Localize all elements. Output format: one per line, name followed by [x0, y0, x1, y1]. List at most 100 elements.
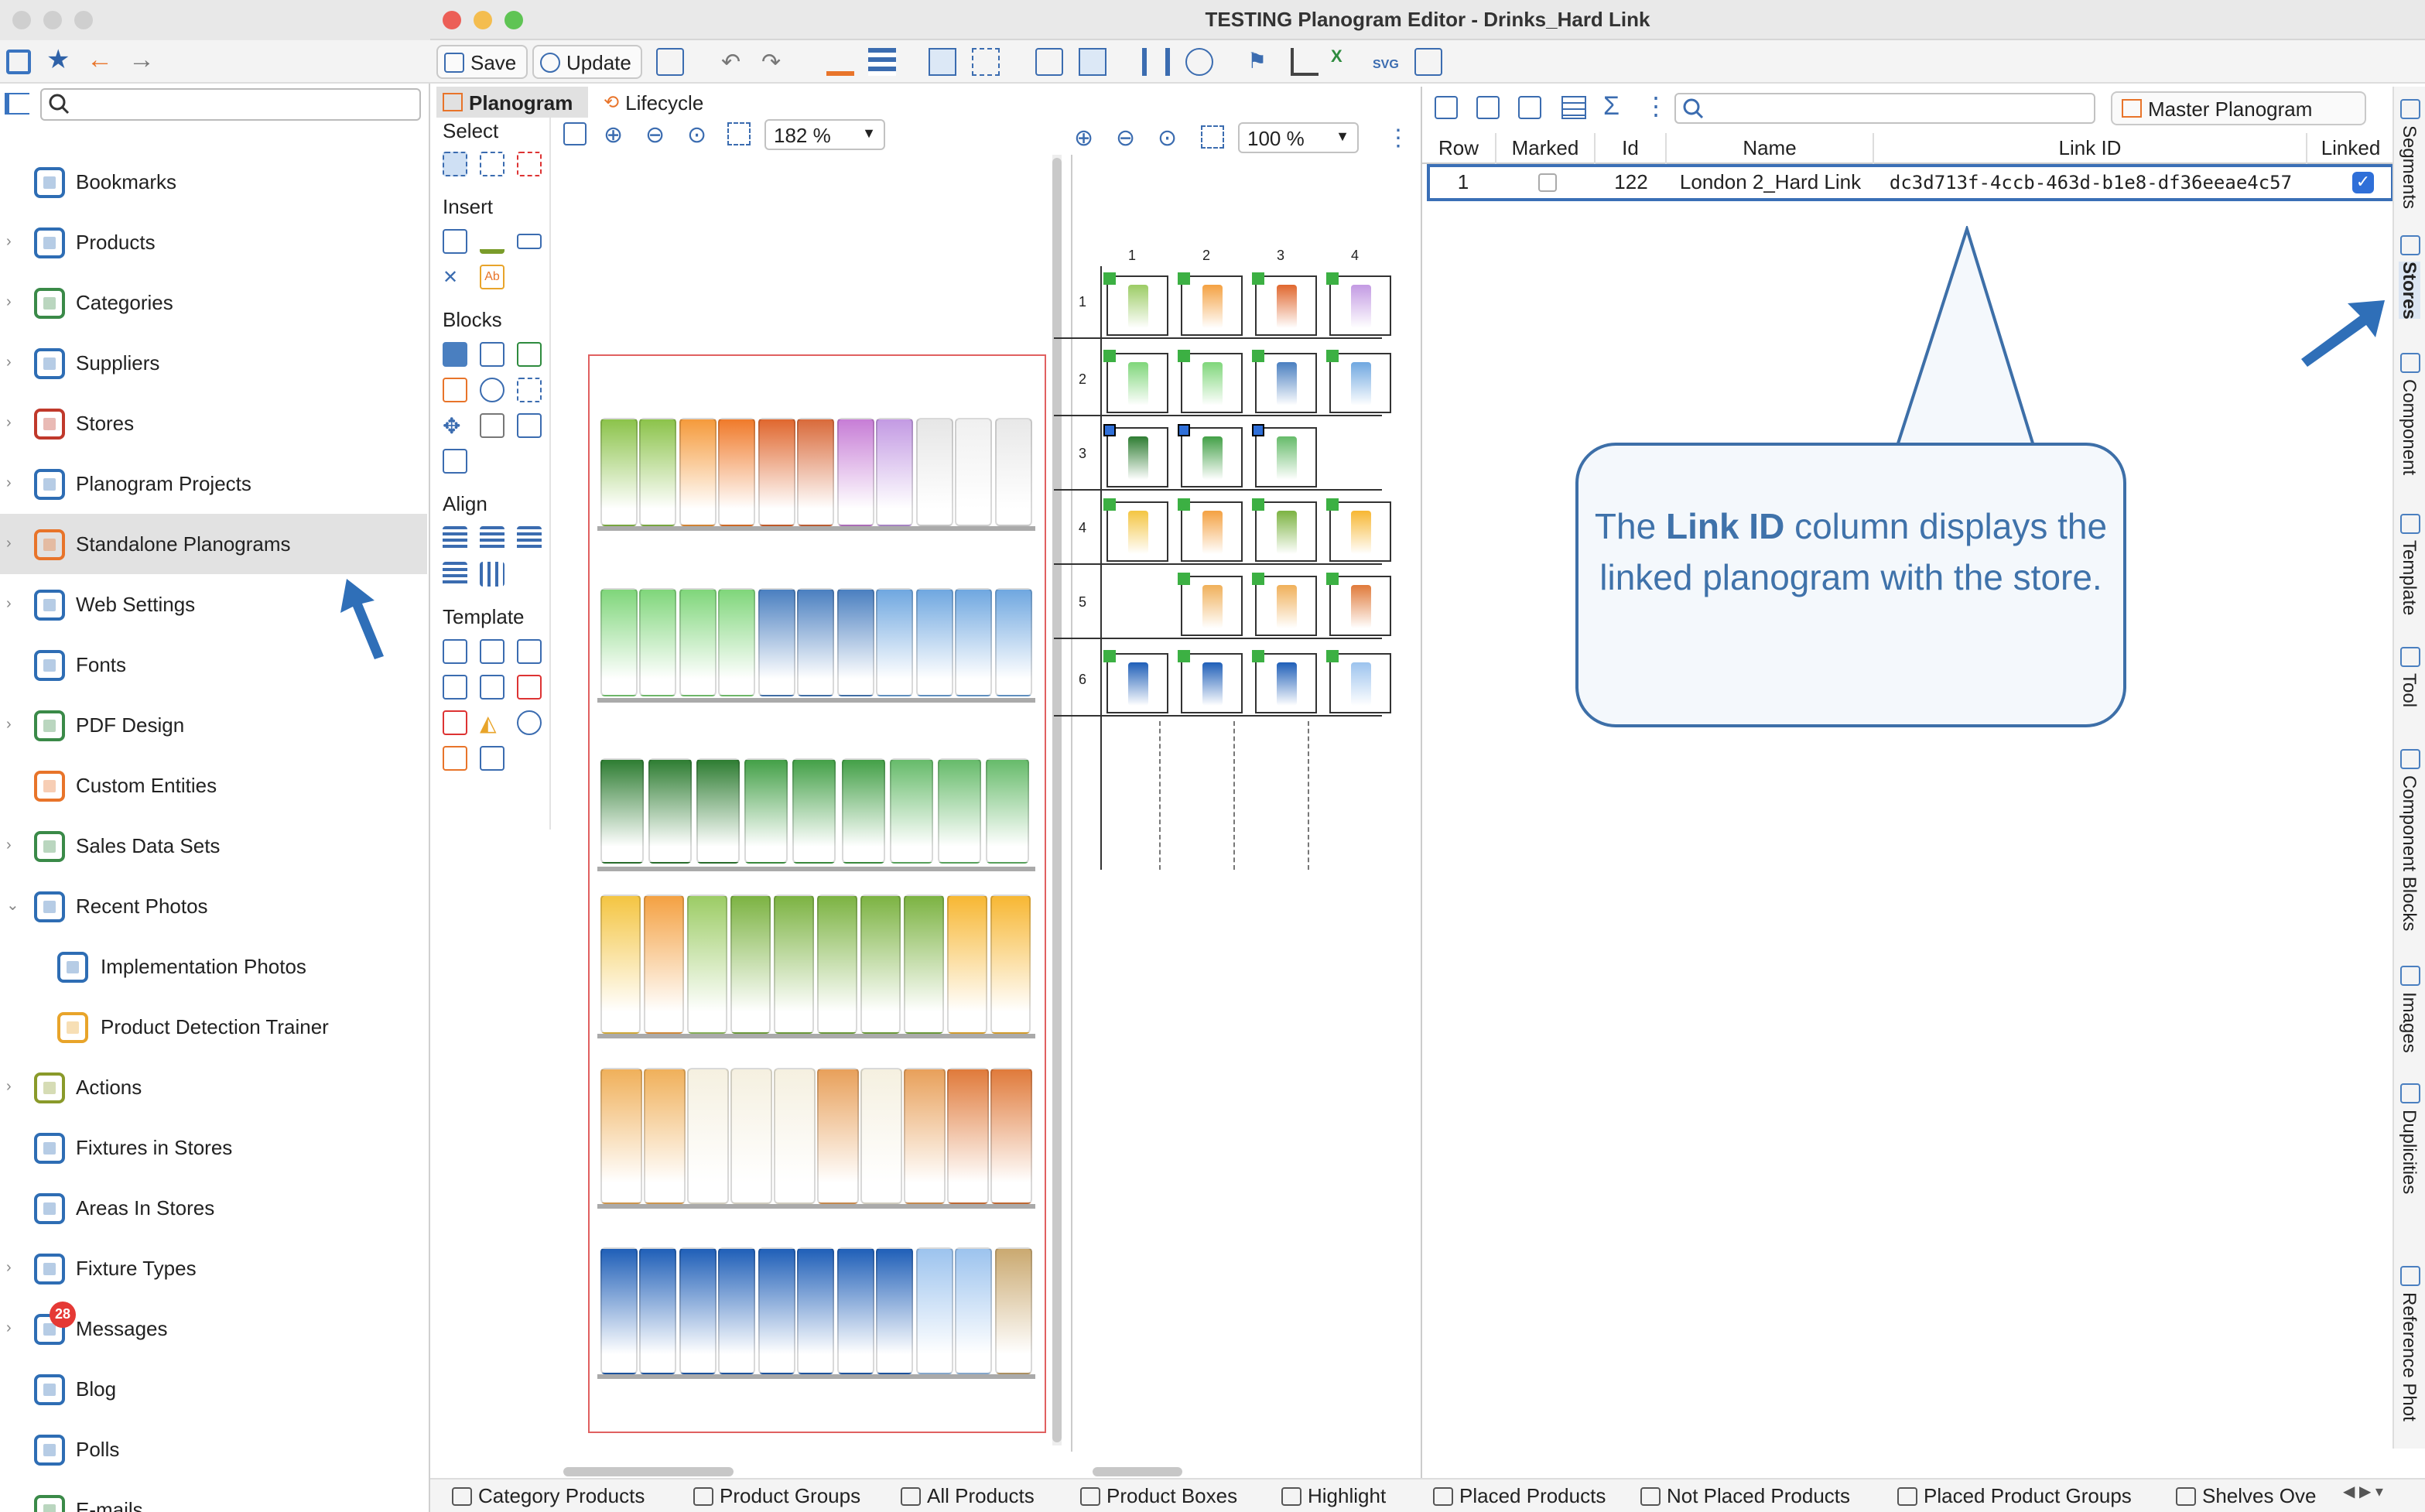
image-export-icon[interactable] [1414, 48, 1442, 76]
linked-checkbox[interactable]: ✓ [2352, 172, 2374, 193]
column-header-linked[interactable]: Linked [2307, 133, 2394, 164]
grid-cell[interactable] [1178, 424, 1243, 487]
shelf-product[interactable] [955, 588, 993, 696]
shelf-product[interactable] [648, 758, 693, 864]
back-arrow-icon[interactable]: ← [87, 45, 113, 76]
sidebar-item-standalone-planograms[interactable]: › Standalone Planograms [0, 514, 427, 574]
save-button[interactable]: Save [436, 45, 528, 79]
shelf-product[interactable] [600, 588, 638, 696]
sidebar-item-planogram-projects[interactable]: › Planogram Projects [0, 453, 427, 514]
shelf-product[interactable] [687, 895, 727, 1034]
template-3-icon[interactable] [517, 639, 542, 664]
excel-export-icon[interactable]: X [1331, 48, 1359, 76]
side-tab-component[interactable]: Component [2399, 379, 2420, 475]
shelf-product[interactable] [990, 895, 1031, 1034]
shelf-product[interactable] [876, 588, 914, 696]
chevron-icon[interactable]: › [6, 294, 12, 311]
grid-cell[interactable] [1178, 573, 1243, 636]
sidebar-item-pdf-design[interactable]: › PDF Design [0, 695, 427, 755]
shelf-product[interactable] [774, 895, 814, 1034]
shelf-product[interactable] [889, 758, 933, 864]
zoom-selection-icon[interactable] [1201, 125, 1224, 149]
grid-view-icon[interactable] [972, 48, 1000, 76]
forward-arrow-icon[interactable]: → [128, 45, 155, 76]
template-4-icon[interactable] [443, 675, 467, 700]
multi-select-icon[interactable] [480, 152, 504, 176]
sidebar-item-recent-photos[interactable]: ⌄ Recent Photos [0, 876, 427, 936]
sidebar-item-fixture-types[interactable]: › Fixture Types [0, 1238, 427, 1298]
shelf-product[interactable] [679, 418, 717, 526]
insert-product-icon[interactable] [443, 229, 467, 254]
grid-cell[interactable] [1103, 650, 1168, 713]
shelf-product[interactable] [718, 1247, 756, 1374]
shelf-product[interactable] [639, 1247, 677, 1374]
shelf-product[interactable] [744, 758, 788, 864]
shelf-product[interactable] [679, 588, 717, 696]
side-tab-duplicities[interactable]: Duplicities [2399, 1110, 2420, 1194]
tab-lifecycle[interactable]: ⟲ Lifecycle [597, 87, 727, 118]
block-3d-icon[interactable] [517, 342, 542, 367]
insert-shelf-icon[interactable] [517, 234, 542, 249]
bottom-tab-placed-product-groups[interactable]: Placed Product Groups [1897, 1484, 2132, 1507]
insert-shape-icon[interactable] [480, 229, 504, 254]
shelf-product[interactable] [955, 418, 993, 526]
fixture-grid-icon[interactable] [1079, 48, 1106, 76]
bottom-tab-not-placed-products[interactable]: Not Placed Products [1640, 1484, 1850, 1507]
shelf-product[interactable] [797, 1247, 835, 1374]
shelf-product[interactable] [730, 895, 771, 1034]
side-tab-reference-phot[interactable]: Reference Phot [2399, 1292, 2420, 1421]
side-tab-images[interactable]: Images [2399, 992, 2420, 1053]
shelf-zoom-select[interactable]: 182 % ▼ [764, 119, 885, 150]
shelf-product[interactable] [876, 418, 914, 526]
shelf-product[interactable] [774, 1068, 816, 1204]
more-options-icon[interactable]: ⋮ [1643, 91, 1668, 122]
shelf-product[interactable] [797, 418, 835, 526]
align-justify-icon[interactable] [443, 562, 467, 587]
side-tab-segments[interactable]: Segments [2399, 125, 2420, 209]
column-header-marked[interactable]: Marked [1496, 133, 1596, 164]
side-tab-template[interactable]: Template [2399, 540, 2420, 615]
grid-cell[interactable] [1326, 350, 1391, 413]
align-center-icon[interactable] [480, 526, 504, 551]
shelf-product[interactable] [817, 1068, 859, 1204]
bottom-tab-category-products[interactable]: Category Products [452, 1484, 645, 1507]
bottom-tab-product-groups[interactable]: Product Groups [693, 1484, 860, 1507]
shelf-product[interactable] [679, 1247, 717, 1374]
shelf-product[interactable] [937, 758, 981, 864]
shelf-product[interactable] [947, 895, 987, 1034]
close-window-button[interactable] [443, 11, 461, 29]
bottom-tab-placed-products[interactable]: Placed Products [1433, 1484, 1606, 1507]
shelf-product[interactable] [836, 418, 874, 526]
undo-icon[interactable]: ↶ [721, 48, 749, 76]
grid-cell[interactable] [1103, 272, 1168, 336]
marked-checkbox[interactable] [1538, 173, 1557, 192]
sidebar-item-implementation-photos[interactable]: Implementation Photos [0, 936, 427, 997]
zoom-fit-icon[interactable]: ⊙ [1158, 124, 1177, 152]
sidebar-item-polls[interactable]: Polls [0, 1419, 427, 1480]
grid-zoom-select[interactable]: 100 % ▼ [1238, 122, 1359, 153]
shelf-product[interactable] [915, 1247, 953, 1374]
chevron-icon[interactable]: › [6, 837, 12, 854]
columns-icon[interactable] [1142, 48, 1170, 76]
fit-page-icon[interactable] [563, 122, 587, 145]
sidebar-item-categories[interactable]: › Categories [0, 272, 427, 333]
shelf-product[interactable] [797, 588, 835, 696]
sidebar-item-stores[interactable]: › Stores [0, 393, 427, 453]
chevron-icon[interactable]: › [6, 415, 12, 432]
sidebar-item-suppliers[interactable]: › Suppliers [0, 333, 427, 393]
chevron-icon[interactable]: › [6, 1260, 12, 1277]
distribute-icon[interactable] [480, 562, 504, 587]
sidebar-item-custom-entities[interactable]: Custom Entities [0, 755, 427, 816]
table-search-input[interactable] [1674, 93, 2095, 124]
bottom-tab-product-boxes[interactable]: Product Boxes [1080, 1484, 1237, 1507]
minimize-window-button[interactable] [43, 11, 62, 29]
chevron-icon[interactable]: › [6, 234, 12, 251]
zoom-out-icon[interactable]: ⊖ [1116, 124, 1135, 152]
shelf-product[interactable] [904, 895, 944, 1034]
grid-cell[interactable] [1252, 350, 1317, 413]
shelf-product[interactable] [836, 1247, 874, 1374]
insert-label-icon[interactable]: Ab [480, 265, 504, 289]
chevron-icon[interactable]: › [6, 535, 12, 552]
grid-cell[interactable] [1178, 350, 1243, 413]
zoom-selection-icon[interactable] [727, 122, 751, 145]
